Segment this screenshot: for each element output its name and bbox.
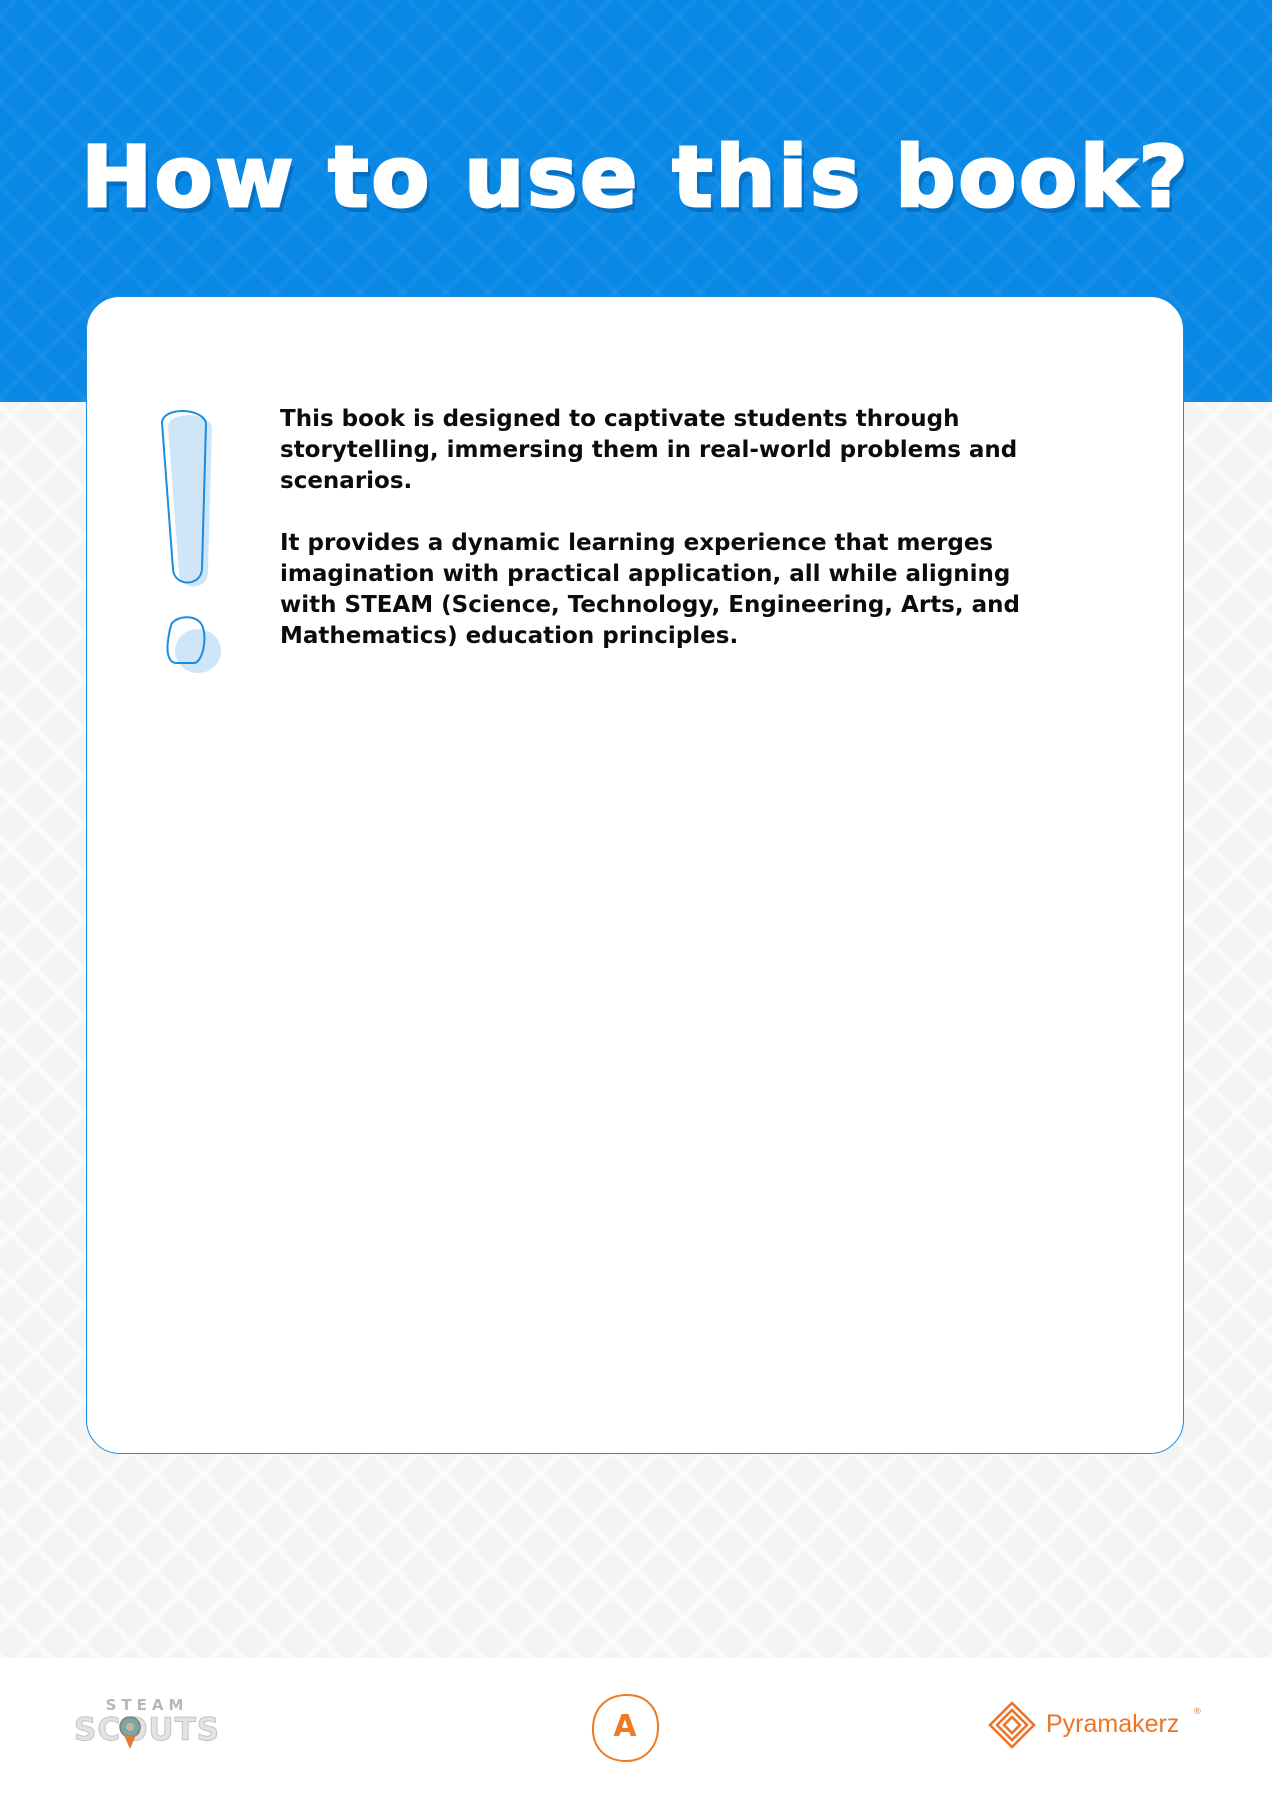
steam-scouts-logo-main: SCOUTS xyxy=(73,1712,221,1749)
pyramakerz-logo: Pyramakerz ® xyxy=(988,1700,1208,1752)
pyramakerz-diamond-icon xyxy=(988,1701,1036,1749)
paragraph-steam: It provides a dynamic learning experienc… xyxy=(280,530,1020,649)
scouts-emblem-icon xyxy=(119,1716,141,1749)
page-title: How to use this book? xyxy=(80,127,1191,228)
paragraph-intro: This book is designed to captivate stude… xyxy=(280,406,1018,494)
pyramakerz-wordmark: Pyramakerz xyxy=(1046,1710,1180,1738)
body-text: This book is designed to captivate stude… xyxy=(280,404,1040,683)
exclamation-mark-icon xyxy=(160,410,221,673)
steam-scouts-logo: STEAM SCOUTS xyxy=(70,1696,220,1754)
registered-mark: ® xyxy=(1194,1706,1201,1716)
page-marker-letter: A xyxy=(613,1709,637,1744)
